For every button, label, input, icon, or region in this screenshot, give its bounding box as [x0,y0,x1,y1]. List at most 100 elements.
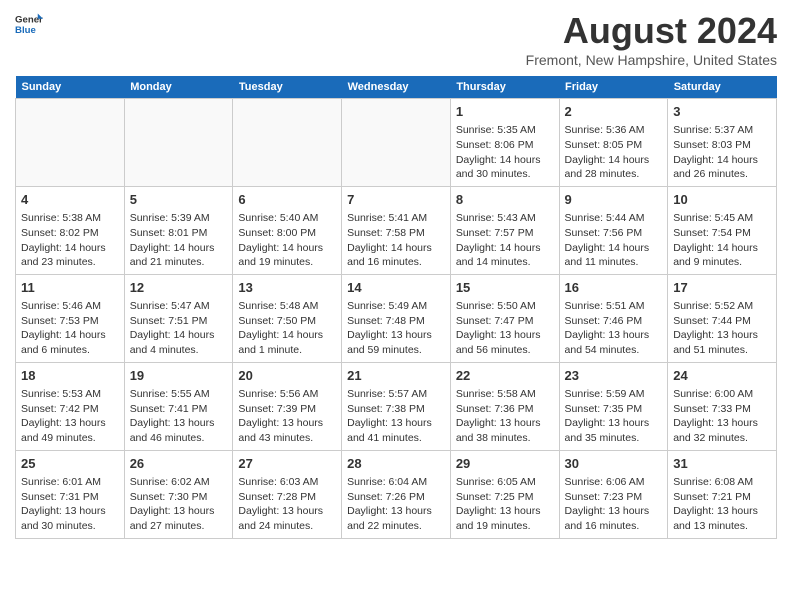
day-info: Sunrise: 5:47 AM Sunset: 7:51 PM Dayligh… [130,300,215,356]
day-info: Sunrise: 5:39 AM Sunset: 8:01 PM Dayligh… [130,212,215,268]
date-number: 20 [238,367,336,385]
date-number: 1 [456,103,554,121]
week-row-1: 1 Sunrise: 5:35 AM Sunset: 8:06 PM Daylig… [16,99,777,187]
week-row-4: 18Sunrise: 5:53 AM Sunset: 7:42 PM Dayli… [16,362,777,450]
day-info: Sunrise: 5:37 AM Sunset: 8:03 PM Dayligh… [673,124,758,180]
calendar-cell: 3 Sunrise: 5:37 AM Sunset: 8:03 PM Daylig… [668,99,777,187]
day-header-sunday: Sunday [16,76,125,99]
day-info: Sunrise: 5:49 AM Sunset: 7:48 PM Dayligh… [347,300,432,356]
date-number: 8 [456,191,554,209]
date-number: 27 [238,455,336,473]
date-number: 6 [238,191,336,209]
day-header-thursday: Thursday [450,76,559,99]
week-row-2: 4 Sunrise: 5:38 AM Sunset: 8:02 PM Daylig… [16,186,777,274]
calendar-cell: 25 Sunrise: 6:01 AM Sunset: 7:31 PM Dayli… [16,450,125,538]
date-number: 14 [347,279,445,297]
date-number: 10 [673,191,771,209]
date-number: 28 [347,455,445,473]
day-info: Sunrise: 5:44 AM Sunset: 7:56 PM Dayligh… [565,212,650,268]
day-info: Sunrise: 5:45 AM Sunset: 7:54 PM Dayligh… [673,212,758,268]
day-info: Sunrise: 6:01 AM Sunset: 7:31 PM Dayligh… [21,476,106,532]
calendar-cell: 12 Sunrise: 5:47 AM Sunset: 7:51 PM Dayli… [124,274,233,362]
date-number: 12 [130,279,228,297]
day-info: Sunrise: 5:50 AM Sunset: 7:47 PM Dayligh… [456,300,541,356]
calendar-cell: 8 Sunrise: 5:43 AM Sunset: 7:57 PM Daylig… [450,186,559,274]
day-info: Sunrise: 5:58 AM Sunset: 7:36 PM Dayligh… [456,388,541,444]
calendar-cell: 28 Sunrise: 6:04 AM Sunset: 7:26 PM Dayli… [342,450,451,538]
header-row: SundayMondayTuesdayWednesdayThursdayFrid… [16,76,777,99]
date-number: 15 [456,279,554,297]
date-number: 5 [130,191,228,209]
week-row-3: 11 Sunrise: 5:46 AM Sunset: 7:53 PM Dayli… [16,274,777,362]
day-info: Sunrise: 6:02 AM Sunset: 7:30 PM Dayligh… [130,476,215,532]
calendar-cell: 2Sunrise: 5:36 AM Sunset: 8:05 PM Daylig… [559,99,668,187]
date-number: 16 [565,279,663,297]
calendar-cell: 24 Sunrise: 6:00 AM Sunset: 7:33 PM Dayli… [668,362,777,450]
calendar-cell: 26Sunrise: 6:02 AM Sunset: 7:30 PM Dayli… [124,450,233,538]
calendar-cell: 27 Sunrise: 6:03 AM Sunset: 7:28 PM Dayli… [233,450,342,538]
calendar-cell [16,99,125,187]
week-row-5: 25 Sunrise: 6:01 AM Sunset: 7:31 PM Dayli… [16,450,777,538]
calendar-cell: 10 Sunrise: 5:45 AM Sunset: 7:54 PM Dayli… [668,186,777,274]
calendar-cell: 7Sunrise: 5:41 AM Sunset: 7:58 PM Daylig… [342,186,451,274]
date-number: 24 [673,367,771,385]
date-number: 9 [565,191,663,209]
calendar-cell: 9 Sunrise: 5:44 AM Sunset: 7:56 PM Daylig… [559,186,668,274]
calendar-cell: 13Sunrise: 5:48 AM Sunset: 7:50 PM Dayli… [233,274,342,362]
day-header-saturday: Saturday [668,76,777,99]
day-info: Sunrise: 5:38 AM Sunset: 8:02 PM Dayligh… [21,212,106,268]
calendar-cell [124,99,233,187]
date-number: 11 [21,279,119,297]
calendar-cell: 20Sunrise: 5:56 AM Sunset: 7:39 PM Dayli… [233,362,342,450]
logo-icon: General Blue [15,10,43,38]
calendar-cell [233,99,342,187]
day-info: Sunrise: 6:03 AM Sunset: 7:28 PM Dayligh… [238,476,323,532]
svg-text:Blue: Blue [15,25,36,36]
day-info: Sunrise: 5:51 AM Sunset: 7:46 PM Dayligh… [565,300,650,356]
calendar-cell: 19 Sunrise: 5:55 AM Sunset: 7:41 PM Dayli… [124,362,233,450]
day-info: Sunrise: 6:05 AM Sunset: 7:25 PM Dayligh… [456,476,541,532]
main-title: August 2024 [526,10,777,52]
calendar-cell: 15 Sunrise: 5:50 AM Sunset: 7:47 PM Dayli… [450,274,559,362]
calendar-cell [342,99,451,187]
day-info: Sunrise: 6:04 AM Sunset: 7:26 PM Dayligh… [347,476,432,532]
calendar-cell: 11 Sunrise: 5:46 AM Sunset: 7:53 PM Dayli… [16,274,125,362]
day-info: Sunrise: 6:00 AM Sunset: 7:33 PM Dayligh… [673,388,758,444]
calendar-cell: 23 Sunrise: 5:59 AM Sunset: 7:35 PM Dayli… [559,362,668,450]
date-number: 21 [347,367,445,385]
date-number: 3 [673,103,771,121]
date-number: 17 [673,279,771,297]
calendar-cell: 30Sunrise: 6:06 AM Sunset: 7:23 PM Dayli… [559,450,668,538]
day-info: Sunrise: 5:35 AM Sunset: 8:06 PM Dayligh… [456,124,541,180]
day-header-friday: Friday [559,76,668,99]
day-info: Sunrise: 5:46 AM Sunset: 7:53 PM Dayligh… [21,300,106,356]
calendar-cell: 14 Sunrise: 5:49 AM Sunset: 7:48 PM Dayli… [342,274,451,362]
date-number: 19 [130,367,228,385]
day-info: Sunrise: 6:06 AM Sunset: 7:23 PM Dayligh… [565,476,650,532]
calendar-cell: 18Sunrise: 5:53 AM Sunset: 7:42 PM Dayli… [16,362,125,450]
day-header-wednesday: Wednesday [342,76,451,99]
day-header-tuesday: Tuesday [233,76,342,99]
calendar-cell: 29Sunrise: 6:05 AM Sunset: 7:25 PM Dayli… [450,450,559,538]
date-number: 2 [565,103,663,121]
calendar-cell: 17Sunrise: 5:52 AM Sunset: 7:44 PM Dayli… [668,274,777,362]
day-info: Sunrise: 5:43 AM Sunset: 7:57 PM Dayligh… [456,212,541,268]
date-number: 22 [456,367,554,385]
calendar-cell: 31Sunrise: 6:08 AM Sunset: 7:21 PM Dayli… [668,450,777,538]
date-number: 4 [21,191,119,209]
day-info: Sunrise: 5:59 AM Sunset: 7:35 PM Dayligh… [565,388,650,444]
date-number: 25 [21,455,119,473]
calendar-cell: 16 Sunrise: 5:51 AM Sunset: 7:46 PM Dayli… [559,274,668,362]
day-info: Sunrise: 5:48 AM Sunset: 7:50 PM Dayligh… [238,300,323,356]
calendar-cell: 22 Sunrise: 5:58 AM Sunset: 7:36 PM Dayli… [450,362,559,450]
calendar-cell: 21Sunrise: 5:57 AM Sunset: 7:38 PM Dayli… [342,362,451,450]
subtitle: Fremont, New Hampshire, United States [526,52,777,68]
header: General Blue August 2024 Fremont, New Ha… [15,10,777,68]
date-number: 23 [565,367,663,385]
day-info: Sunrise: 5:53 AM Sunset: 7:42 PM Dayligh… [21,388,106,444]
day-info: Sunrise: 5:55 AM Sunset: 7:41 PM Dayligh… [130,388,215,444]
calendar-cell: 1 Sunrise: 5:35 AM Sunset: 8:06 PM Daylig… [450,99,559,187]
day-info: Sunrise: 5:41 AM Sunset: 7:58 PM Dayligh… [347,212,432,268]
calendar-cell: 5 Sunrise: 5:39 AM Sunset: 8:01 PM Daylig… [124,186,233,274]
logo: General Blue [15,10,43,38]
